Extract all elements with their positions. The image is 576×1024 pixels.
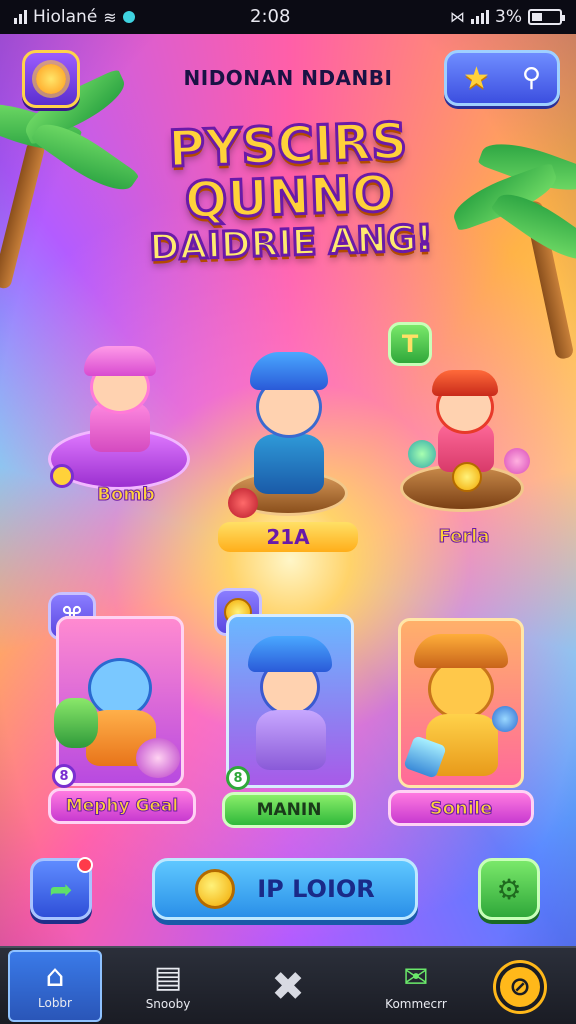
mail-icon: ✉ <box>403 960 429 995</box>
sun-icon <box>36 64 66 94</box>
share-button[interactable]: ➦ <box>30 857 93 920</box>
card-level-badge-mephy: 8 <box>52 764 76 788</box>
status-bar: Hiolané ≋ 2:08 ⋈ 3% <box>0 0 576 34</box>
play-button-label: IP LOIOR <box>257 875 375 903</box>
nav-item-snooby[interactable]: ▤ Snooby <box>112 948 224 1024</box>
gear-icon: ⚙ <box>496 872 522 906</box>
nav-label-snooby: Snooby <box>145 997 191 1011</box>
featured-character-21a[interactable]: 21A <box>214 346 362 556</box>
featured-badge-t: T <box>388 322 432 366</box>
card-label-manin: MANIN <box>222 792 356 828</box>
daily-bonus-button[interactable] <box>22 50 80 108</box>
key-icon: ⚲ <box>521 63 541 93</box>
game-logo: PYSCIRS QUNNO DAIDRIE ANG! <box>137 110 443 305</box>
nav-label-lobby: Lobbr <box>38 996 72 1010</box>
featured-character-bomb[interactable]: Bomb <box>44 340 194 520</box>
carrier-name: Hiolané <box>33 7 98 27</box>
bottom-navigation: ⌂ Lobbr ▤ Snooby ✖ ✉ Kommecrr ⊘ <box>0 946 576 1024</box>
card-label-mephy-geal: Mephy Geal <box>48 788 196 824</box>
wifi-icon: ≋ <box>103 7 117 27</box>
signal-icon <box>14 10 27 24</box>
card-label-sonile: Sonile <box>388 790 534 826</box>
nav-item-close[interactable]: ✖ <box>232 948 344 1024</box>
character-card-manin[interactable]: 8 MANIN <box>214 588 362 828</box>
featured-label-21a: 21A <box>218 522 358 552</box>
character-card-sonile[interactable]: Sonile <box>388 614 534 828</box>
coin-icon <box>195 869 236 909</box>
header-title: NIDONAN NDANBI <box>183 66 393 90</box>
play-button[interactable]: IP LOIOR <box>152 858 418 920</box>
featured-label-ferla: Ferla <box>438 525 490 547</box>
card-level-badge-manin: 8 <box>226 766 250 790</box>
notification-dot-icon <box>122 11 135 23</box>
character-card-mephy-geal[interactable]: ⌘ 8 Mephy Geal <box>48 592 196 828</box>
battery-icon <box>528 9 565 25</box>
featured-badge-icon <box>50 464 74 488</box>
featured-character-ferla[interactable]: T Ferla <box>384 322 534 552</box>
logo-line-3: DAIDRIE ANG! <box>147 217 434 271</box>
nav-item-block[interactable]: ⊘ <box>464 948 576 1024</box>
cell-signal-icon <box>471 10 490 24</box>
nav-item-kommecrr[interactable]: ✉ Kommecrr <box>360 948 472 1024</box>
bluetooth-icon: ⋈ <box>450 8 466 26</box>
battery-percent: 3% <box>495 7 522 27</box>
status-time: 2:08 <box>250 6 291 27</box>
logo-line-2: QUNNO <box>182 163 396 231</box>
featured-label-bomb: Bomb <box>97 483 156 505</box>
nav-label-kommecrr: Kommecrr <box>385 997 447 1011</box>
palm-tree-right-icon <box>440 110 576 361</box>
status-right: ⋈ 3% <box>450 7 565 27</box>
nav-item-lobby[interactable]: ⌂ Lobbr <box>8 950 102 1022</box>
settings-button[interactable]: ⚙ <box>478 858 540 920</box>
chart-icon: ▤ <box>153 960 183 995</box>
star-icon: ★ <box>463 60 490 96</box>
status-left: Hiolané ≋ <box>14 7 135 27</box>
arrow-share-icon: ➦ <box>49 872 73 906</box>
close-icon: ✖ <box>271 964 305 1010</box>
block-icon: ⊘ <box>496 963 544 1011</box>
rewards-button[interactable]: ★ ⚲ <box>444 50 560 106</box>
notification-badge-icon <box>77 857 93 873</box>
home-icon: ⌂ <box>45 959 65 994</box>
